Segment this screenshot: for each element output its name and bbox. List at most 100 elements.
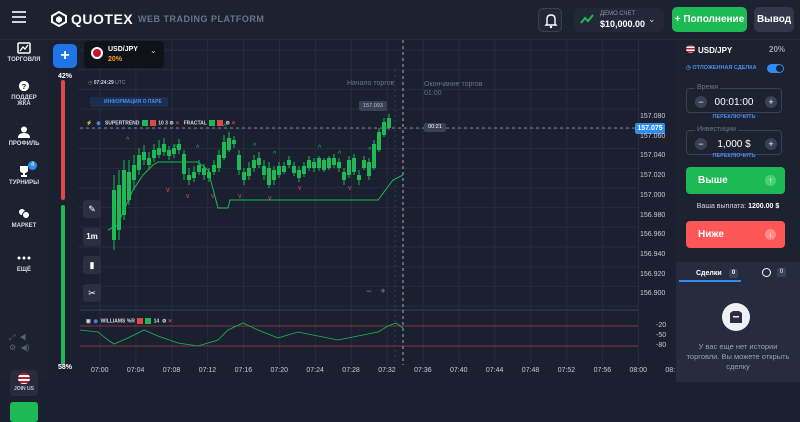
usd-jpy-flag-icon	[91, 47, 103, 59]
candle-body	[137, 155, 141, 170]
indicator-color-swatch[interactable]	[145, 318, 152, 324]
candle-body	[352, 158, 356, 172]
help-icon: ?	[18, 80, 30, 92]
candle-body	[232, 140, 236, 144]
candle-body	[202, 168, 206, 175]
candle-body	[257, 158, 261, 165]
pending-trade-label: ◷ ОТЛОЖЕННАЯ СДЕЛКА	[686, 65, 757, 71]
indicator-color-swatch[interactable]	[217, 120, 224, 126]
eye-icon[interactable]: ◉	[94, 318, 98, 324]
indicator-color-swatch[interactable]	[141, 120, 148, 126]
sidebar-item-market[interactable]: МАРКЕТ	[0, 208, 48, 229]
time-tick-label: 08:00	[629, 367, 648, 374]
close-icon[interactable]: ✕	[231, 120, 235, 126]
time-plus-button[interactable]: +	[765, 96, 777, 108]
close-icon[interactable]: ✕	[175, 120, 179, 126]
candle-body	[112, 190, 116, 240]
candle-body	[292, 166, 296, 173]
indicator-color-swatch[interactable]	[209, 120, 216, 126]
candle-body	[182, 154, 186, 174]
withdraw-button[interactable]: Вывод	[754, 7, 794, 32]
candle-body	[142, 152, 146, 160]
pair-info-button[interactable]: ИНФОРМАЦИЯ О ПАРЕ	[90, 97, 168, 107]
collapse-icon[interactable]: ◀	[20, 333, 26, 342]
tournaments-badge: 4	[28, 161, 37, 170]
notifications-button[interactable]	[538, 8, 562, 32]
account-selector[interactable]: ДЕМО СЧЕТ $10,000.00 ⌄	[574, 8, 664, 32]
fullscreen-icon[interactable]: ⤢	[9, 333, 15, 342]
zoom-out-button[interactable]: −	[364, 286, 374, 296]
investment-field[interactable]: Инвестиции − 1,000 $ +	[686, 126, 782, 155]
price-chart[interactable]: ^^ ^^^^^^^vv v v vv v	[48, 40, 672, 382]
sidebar-item-trading[interactable]: ТОРГОВЛЯ	[0, 42, 48, 63]
us-flag-icon	[18, 373, 30, 384]
hover-price-tag: 157.093	[359, 101, 387, 111]
pencil-icon[interactable]: ✎	[83, 200, 101, 218]
price-tick-label: 157.000	[640, 191, 666, 199]
zoom-in-button[interactable]: +	[378, 286, 388, 296]
indicator-color-swatch[interactable]	[149, 120, 156, 126]
higher-label: Выше	[698, 175, 728, 186]
timeframe-button[interactable]: 1m	[83, 228, 101, 246]
indicator-fractal-name: FRACTAL	[183, 120, 207, 127]
deposit-button[interactable]: + Пополнение	[672, 7, 747, 32]
tab-deals[interactable]: Сделки 0	[679, 265, 741, 282]
demo-account-icon	[580, 14, 594, 24]
candle-body	[212, 165, 216, 172]
time-tick-label: 08:	[665, 367, 676, 374]
settings-icon[interactable]: ⚙	[162, 318, 166, 324]
close-icon[interactable]: ✕	[168, 318, 172, 324]
payout-value: 1200.00 $	[748, 203, 780, 210]
indicator-supertrend-params: 10 3	[158, 120, 168, 127]
settings-icon[interactable]: ⚙	[9, 343, 16, 352]
sidebar-item-tournaments[interactable]: ТУРНИРЫ 4	[0, 161, 48, 186]
sound-icon[interactable]: ◀)	[21, 343, 30, 352]
indicators-icon[interactable]: ✂	[83, 284, 101, 302]
indicator-color-swatch[interactable]	[137, 318, 144, 324]
williams-tick-label: -80	[656, 342, 667, 349]
candle-body	[227, 138, 231, 150]
server-time-zone: UTC	[115, 80, 126, 86]
time-tick-label: 07:16	[234, 367, 253, 374]
sidebar-item-profile[interactable]: ПРОФИЛЬ	[0, 126, 48, 147]
asset-tab[interactable]: USD/JPY 20% ⌄	[84, 41, 164, 68]
more-icon	[17, 256, 31, 260]
investment-plus-button[interactable]: +	[765, 138, 777, 150]
candle-body	[382, 122, 386, 135]
williams-tick-label: -20	[656, 322, 667, 329]
time-switch-link[interactable]: ПЕРЕКЛЮЧИТЬ	[686, 114, 782, 120]
bolt-icon[interactable]: ⚡	[86, 120, 92, 126]
price-tick-label: 156.920	[640, 270, 666, 278]
market-icon	[19, 209, 30, 219]
candle-body	[272, 170, 276, 180]
settings-icon[interactable]: ⚙	[226, 120, 230, 126]
higher-button[interactable]: Выше ↑	[686, 167, 785, 194]
join-us-label: JOIN US	[13, 386, 34, 392]
time-tick-label: 07:12	[198, 367, 217, 374]
left-sidebar: ТОРГОВЛЯ ? ПОДДЕРЖКА ПРОФИЛЬ ТУРНИРЫ 4 М…	[0, 40, 48, 422]
candle-body	[387, 118, 391, 128]
brand-name: QUOTEX	[71, 11, 134, 27]
chat-button[interactable]	[10, 402, 38, 422]
settings-icon[interactable]: ⚙	[169, 120, 173, 126]
indicator-row: ⚡ ◉ SUPERTREND 10 3 ⚙ ✕ FRACTAL ⚙ ✕	[86, 120, 236, 126]
add-chart-button[interactable]: +	[53, 44, 77, 68]
investment-switch-link[interactable]: ПЕРЕКЛЮЧИТЬ	[686, 153, 782, 159]
collapse-icon[interactable]: ▣	[86, 318, 91, 324]
join-us-button[interactable]: JOIN US	[10, 370, 38, 396]
pending-trade-toggle[interactable]	[767, 64, 784, 73]
sidebar-item-more[interactable]: ЕЩЁ	[0, 252, 48, 273]
lower-button[interactable]: Ниже ↓	[686, 221, 785, 248]
time-tick-label: 07:52	[557, 367, 576, 374]
menu-icon[interactable]	[12, 11, 26, 23]
empty-history-icon	[722, 303, 750, 331]
sidebar-item-label: ТОРГОВЛЯ	[7, 57, 41, 63]
candles-type-icon[interactable]: ▮	[83, 256, 101, 274]
empty-history-text: У вас еще нет истории торговли. Вы может…	[686, 342, 790, 371]
time-field[interactable]: Время − 00:01:00 +	[686, 84, 782, 113]
history-clock-icon[interactable]	[762, 268, 771, 277]
trading-end-text: Окончание торгов	[424, 81, 483, 88]
panel-payout-percent: 20%	[769, 45, 786, 54]
sidebar-item-support[interactable]: ? ПОДДЕРЖКА	[0, 80, 48, 107]
eye-icon[interactable]: ◉	[96, 120, 100, 126]
